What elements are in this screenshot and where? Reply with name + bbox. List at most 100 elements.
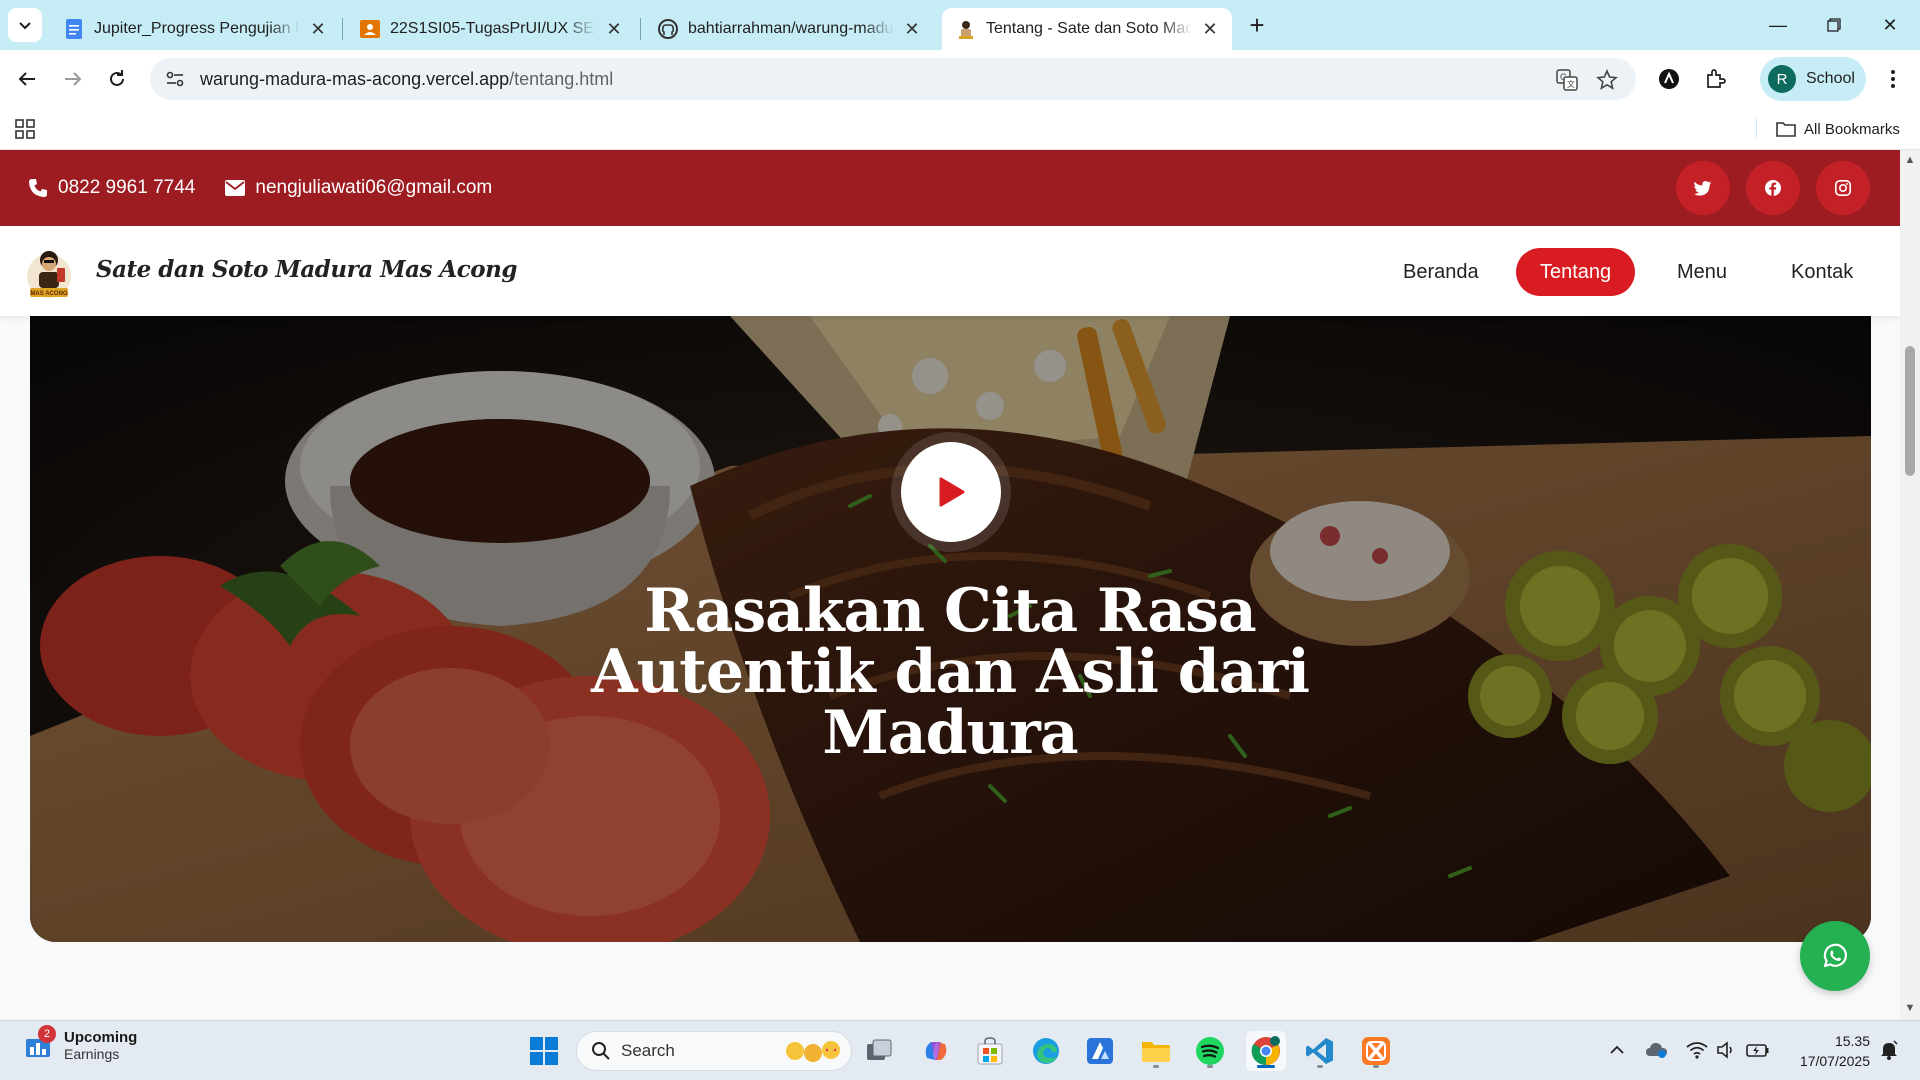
scroll-down-icon[interactable]: ▼ [1904, 1002, 1916, 1014]
apps-button[interactable] [12, 116, 38, 142]
play-video-button[interactable] [901, 442, 1001, 542]
start-button[interactable] [524, 1031, 564, 1071]
page-scrollbar[interactable]: ▲ ▼ [1900, 150, 1920, 1020]
widget-subtitle: Earnings [64, 1046, 120, 1062]
chrome-button[interactable] [1246, 1031, 1286, 1071]
phone-icon [28, 178, 48, 198]
chevron-down-icon [19, 22, 31, 30]
active-indicator [1257, 1065, 1275, 1068]
tab-jupiter-progress[interactable]: Jupiter_Progress Pengujian UEQ ✕ [50, 8, 340, 50]
tab-title: 22S1SI05-TugasPrUI/UX SELASA [390, 20, 596, 37]
nav-link-tentang[interactable]: Tentang [1516, 248, 1636, 296]
azure-data-studio-button[interactable] [1080, 1031, 1120, 1071]
bookmark-star-icon[interactable] [1594, 67, 1620, 93]
browser-toolbar: warung-madura-mas-acong.vercel.app/tenta… [0, 50, 1920, 108]
copilot-button[interactable] [916, 1031, 956, 1071]
tab-github-repo[interactable]: bahtiarrahman/warung-madura ✕ [644, 8, 934, 50]
minimize-button[interactable]: — [1750, 0, 1806, 50]
facebook-button[interactable] [1746, 161, 1800, 215]
running-indicator [1207, 1065, 1213, 1068]
address-bar[interactable]: warung-madura-mas-acong.vercel.app/tenta… [150, 58, 1636, 100]
copilot-extension-icon [1659, 69, 1679, 89]
translate-icon[interactable]: G文 [1554, 67, 1580, 93]
nav-link-beranda[interactable]: Beranda [1379, 248, 1503, 296]
classroom-icon [360, 19, 380, 39]
github-icon [658, 19, 678, 39]
clock-time: 15.35 [1834, 1033, 1870, 1049]
store-icon [977, 1037, 1003, 1065]
instagram-icon [1835, 180, 1851, 196]
url-text: warung-madura-mas-acong.vercel.app/tenta… [200, 69, 613, 90]
scroll-up-icon[interactable]: ▲ [1904, 154, 1916, 166]
vscode-button[interactable] [1300, 1031, 1340, 1071]
instagram-button[interactable] [1816, 161, 1870, 215]
profile-button[interactable]: R School [1760, 57, 1866, 101]
avatar: R [1768, 65, 1796, 93]
wifi-tray-button[interactable] [1684, 1035, 1710, 1065]
all-bookmarks-label: All Bookmarks [1804, 120, 1900, 138]
taskbar-search[interactable]: Search [576, 1031, 852, 1071]
tab-title: Tentang - Sate dan Soto Madura [986, 20, 1192, 37]
close-window-button[interactable]: ✕ [1862, 0, 1918, 50]
clock-date: 17/07/2025 [1799, 1053, 1870, 1069]
chevron-up-icon [1610, 1045, 1624, 1054]
browser-menu-button[interactable] [1876, 62, 1910, 96]
forward-button[interactable] [56, 62, 90, 96]
system-clock[interactable]: 15.35 17/07/2025 [1786, 1031, 1870, 1071]
spotify-button[interactable] [1190, 1031, 1230, 1071]
tab-tugas-prui[interactable]: 22S1SI05-TugasPrUI/UX SELASA ✕ [346, 8, 636, 50]
microsoft-store-button[interactable] [970, 1031, 1010, 1071]
extension-button[interactable] [1652, 62, 1686, 96]
battery-tray-button[interactable] [1744, 1035, 1772, 1065]
xampp-button[interactable] [1356, 1031, 1396, 1071]
site-navbar: MAS ACONG Sate dan Soto Madura Mas Acong… [0, 226, 1900, 316]
windows-taskbar: 2 Upcoming Earnings Search 15.35 17/07/2… [0, 1020, 1920, 1080]
scrollbar-thumb[interactable] [1905, 346, 1915, 476]
close-tab-icon[interactable]: ✕ [902, 19, 922, 39]
all-bookmarks-button[interactable]: All Bookmarks [1776, 116, 1900, 142]
url-host: warung-madura-mas-acong.vercel.app [200, 68, 510, 89]
close-tab-icon[interactable]: ✕ [1200, 19, 1220, 39]
volume-tray-button[interactable] [1714, 1035, 1740, 1065]
notification-center-button[interactable] [1876, 1035, 1902, 1065]
apps-grid-icon [15, 119, 35, 139]
battery-charging-icon [1746, 1044, 1769, 1057]
site-brand-title[interactable]: Sate dan Soto Madura Mas Acong [96, 256, 517, 283]
tab-search-button[interactable] [8, 8, 42, 42]
xampp-icon [1362, 1037, 1390, 1065]
running-indicator [1317, 1065, 1323, 1068]
email-address: nengjuliawati06@gmail.com [255, 177, 493, 198]
site-logo[interactable]: MAS ACONG [22, 246, 76, 300]
close-tab-icon[interactable]: ✕ [308, 19, 328, 39]
onedrive-tray-button[interactable] [1644, 1035, 1670, 1065]
arrow-left-icon [18, 72, 35, 86]
restore-button[interactable] [1806, 0, 1862, 50]
hero-title: Rasakan Cita Rasa Autentik dan Asli dari… [590, 576, 1310, 768]
url-path: /tentang.html [509, 68, 614, 89]
site-info-icon[interactable] [154, 58, 196, 100]
svg-text:文: 文 [1567, 79, 1575, 89]
browser-tab-bar: Jupiter_Progress Pengujian UEQ ✕ 22S1SI0… [0, 0, 1920, 50]
nav-link-kontak[interactable]: Kontak [1767, 248, 1877, 296]
close-tab-icon[interactable]: ✕ [604, 19, 624, 39]
tab-tentang-active[interactable]: Tentang - Sate dan Soto Madura ✕ [942, 8, 1232, 50]
facebook-icon [1765, 180, 1781, 196]
new-tab-button[interactable]: + [1242, 10, 1272, 40]
show-hidden-icons-button[interactable] [1604, 1035, 1630, 1065]
email-contact[interactable]: nengjuliawati06@gmail.com [225, 177, 492, 199]
tab-separator [342, 18, 343, 40]
file-explorer-button[interactable] [1136, 1031, 1176, 1071]
twitter-button[interactable] [1676, 161, 1730, 215]
extensions-menu-button[interactable] [1698, 62, 1732, 96]
widgets-button[interactable]: 2 Upcoming Earnings [24, 1024, 137, 1062]
reload-button[interactable] [100, 62, 134, 96]
back-button[interactable] [10, 62, 44, 96]
task-view-button[interactable] [860, 1031, 900, 1071]
play-icon [939, 477, 965, 507]
phone-contact[interactable]: 0822 9961 7744 [28, 177, 195, 199]
tab-title: bahtiarrahman/warung-madura [688, 20, 894, 37]
whatsapp-chat-button[interactable] [1800, 921, 1870, 991]
edge-button[interactable] [1026, 1031, 1066, 1071]
nav-link-menu[interactable]: Menu [1653, 248, 1751, 296]
profile-name: School [1806, 70, 1855, 87]
